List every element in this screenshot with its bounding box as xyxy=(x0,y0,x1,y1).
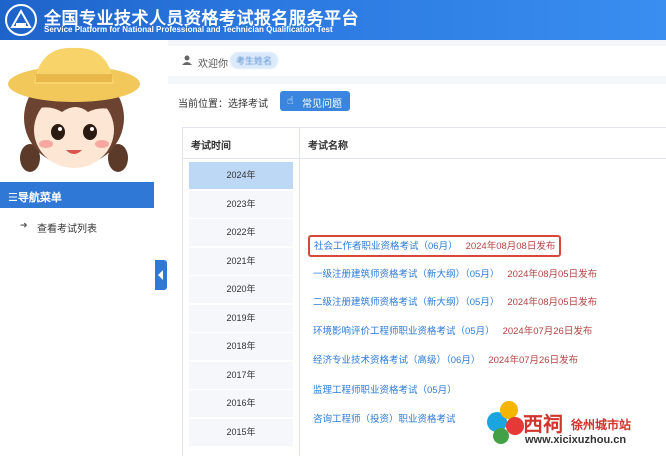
exam-name[interactable]: 二级注册建筑师资格考试（新大纲）（05月） xyxy=(313,297,499,308)
nav-menu-title: ☰导航菜单 xyxy=(8,192,62,204)
year-tab[interactable]: 2022年 xyxy=(189,219,293,246)
watermark-city: 徐州城市站 xyxy=(571,418,632,432)
sidebar-item-exam-list[interactable]: ➜ 查看考试列表 xyxy=(0,215,154,239)
exam-name[interactable]: 环境影响评价工程师职业资格考试（05月） xyxy=(313,326,495,337)
watermark: 西祠 徐州城市站 www.xicixuzhou.cn xyxy=(475,392,666,455)
welcome-label: 欢迎你 xyxy=(198,59,228,70)
user-icon xyxy=(182,55,192,65)
sign-in-icon: ➜ xyxy=(20,220,28,230)
sidebar: ☰导航菜单 ➜ 查看考试列表 xyxy=(0,40,154,455)
breadcrumb: 当前位置：选择考试 xyxy=(178,99,268,110)
year-tab[interactable]: 2018年 xyxy=(189,333,293,360)
year-tab[interactable]: 2020年 xyxy=(189,276,293,303)
year-tab[interactable]: 2023年 xyxy=(189,190,293,218)
sidebar-item-label: 查看考试列表 xyxy=(37,224,97,235)
watermark-brand: 西祠 xyxy=(523,414,563,436)
year-tab[interactable]: 2015年 xyxy=(189,418,293,446)
exam-link-item[interactable]: 咨询工程师（投资）职业资格考试 xyxy=(313,411,456,427)
year-tab[interactable]: 2017年 xyxy=(189,361,293,389)
publish-date: 2024年07月26日发布 xyxy=(502,326,593,337)
publish-date: 2024年08月08日发布 xyxy=(465,241,556,252)
year-tab[interactable]: 2019年 xyxy=(189,304,293,332)
username-badge: 考生姓名 xyxy=(230,52,279,69)
year-tab[interactable]: 2016年 xyxy=(189,390,293,417)
exam-link-item[interactable]: 二级注册建筑师资格考试（新大纲）（05月） 2024年08月05日发布 xyxy=(313,294,597,310)
exam-link-item[interactable]: 监理工程师职业资格考试（05月） xyxy=(313,382,457,398)
exam-name[interactable]: 监理工程师职业资格考试（05月） xyxy=(313,385,457,396)
exam-name[interactable]: 社会工作者职业资格考试（06月） xyxy=(314,241,458,252)
year-tab[interactable]: 2021年 xyxy=(189,247,293,275)
publish-date: 2024年07月26日发布 xyxy=(488,355,579,366)
publish-date: 2024年08月05日发布 xyxy=(507,269,598,280)
faq-button-label: 常见问题 xyxy=(302,99,342,110)
platform-subtitle: Service Platform for National Profession… xyxy=(44,25,333,34)
avatar xyxy=(0,40,154,182)
top-header: 全国专业技术人员资格考试报名服务平台 Service Platform for … xyxy=(0,0,666,40)
exam-name[interactable]: 一级注册建筑师资格考试（新大纲）（05月） xyxy=(313,269,499,280)
girl-avatar-icon xyxy=(8,47,140,172)
exam-name[interactable]: 经济专业技术资格考试（高级）（06月） xyxy=(313,355,480,366)
sidebar-collapse-toggle[interactable] xyxy=(155,260,167,290)
exam-link-item[interactable]: 社会工作者职业资格考试（06月） 2024年08月08日发布 xyxy=(308,235,562,257)
welcome-bar: 欢迎你 考生姓名 xyxy=(168,46,666,76)
exam-link-item[interactable]: 经济专业技术资格考试（高级）（06月） 2024年07月26日发布 xyxy=(313,352,578,368)
year-tab[interactable]: 2024年 xyxy=(189,162,293,189)
platform-logo-icon xyxy=(5,4,37,36)
watermark-url: www.xicixuzhou.cn xyxy=(525,434,627,446)
exam-link-item[interactable]: 一级注册建筑师资格考试（新大纲）（05月） 2024年08月05日发布 xyxy=(313,266,597,282)
column-header-time: 考试时间 xyxy=(183,128,300,159)
publish-date: 2024年08月05日发布 xyxy=(507,297,598,308)
hand-pointer-icon: ☝ xyxy=(287,95,294,107)
faq-button[interactable]: ☝ 常见问题 xyxy=(280,91,350,111)
nav-menu-header: ☰导航菜单 xyxy=(0,182,154,208)
column-header-name: 考试名称 xyxy=(300,128,666,159)
exam-name[interactable]: 咨询工程师（投资）职业资格考试 xyxy=(313,414,456,425)
exam-link-item[interactable]: 环境影响评价工程师职业资格考试（05月） 2024年07月26日发布 xyxy=(313,323,592,339)
column-divider xyxy=(299,158,300,456)
